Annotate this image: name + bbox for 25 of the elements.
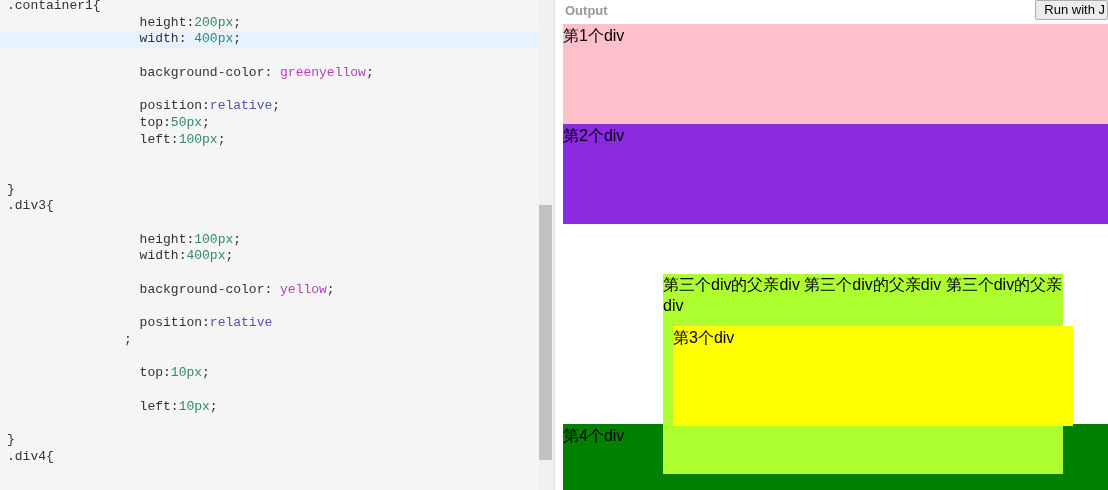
code-line: background-color: greenyellow; <box>138 64 375 82</box>
code-line: .div3{ <box>6 198 55 215</box>
code-line: top:50px; <box>138 114 211 132</box>
block-label: 第3个div <box>673 329 735 346</box>
code-line: ; <box>123 331 133 349</box>
scrollbar-thumb[interactable] <box>539 205 552 460</box>
block-label: 第三个div的父亲div 第三个div的父亲div 第三个div的父亲div <box>663 275 1063 316</box>
code-line: position:relative <box>138 315 274 332</box>
code-line: top:10px; <box>138 365 211 382</box>
code-line: height:100px; <box>138 231 243 249</box>
code-line: background-color: yellow; <box>138 281 336 299</box>
block-label: 第1个div <box>563 27 625 44</box>
code-line: .container1{ <box>6 0 102 15</box>
code-line: width:400px; <box>138 248 235 265</box>
code-line: } <box>6 431 16 449</box>
code-line: position:relative; <box>138 98 282 115</box>
run-button[interactable]: Run with J <box>1035 0 1108 20</box>
block-label: 第4个div <box>563 427 625 444</box>
code-line: height:200px; <box>138 14 243 32</box>
code-line: } <box>6 181 16 199</box>
code-line: left:100px; <box>138 131 227 149</box>
block-label: 第2个div <box>563 127 625 144</box>
code-line: .div4{ <box>6 448 55 466</box>
output-title: Output <box>564 2 608 20</box>
code-line: left:10px; <box>138 398 219 416</box>
